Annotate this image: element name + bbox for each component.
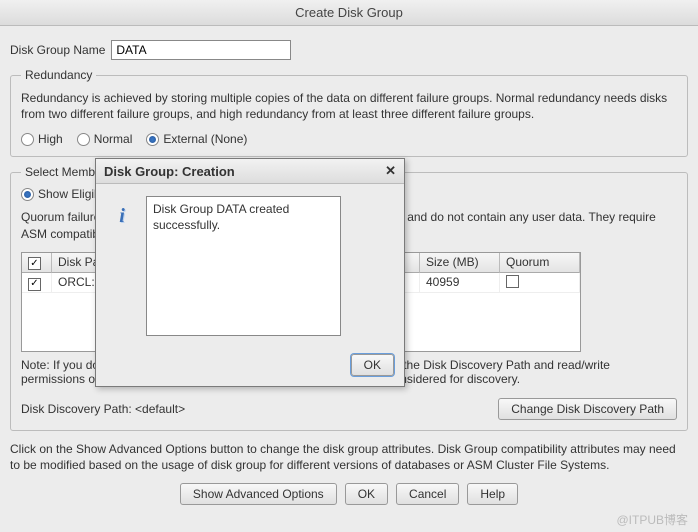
change-discovery-path-button[interactable]: Change Disk Discovery Path [498,398,677,420]
info-icon: i [108,202,136,230]
redundancy-description: Redundancy is achieved by storing multip… [21,90,677,122]
discovery-path-value: <default> [135,402,185,416]
discovery-path-row: Disk Discovery Path: <default> Change Di… [21,398,677,420]
window-title: Create Disk Group [295,5,403,20]
show-advanced-options-button[interactable]: Show Advanced Options [180,483,337,505]
window-titlebar: Create Disk Group [0,0,698,26]
footer-description: Click on the Show Advanced Options butto… [10,441,688,473]
creation-dialog: Disk Group: Creation ✕ i Disk Group DATA… [95,158,405,387]
disk-group-name-input[interactable] [111,40,291,60]
radio-icon [77,133,90,146]
redundancy-high-label: High [38,132,63,146]
checkbox-icon [28,257,41,270]
redundancy-fieldset: Redundancy Redundancy is achieved by sto… [10,68,688,157]
radio-icon [21,133,34,146]
disk-group-name-label: Disk Group Name [10,43,105,57]
checkbox-icon [28,278,41,291]
header-size[interactable]: Size (MB) [420,253,500,274]
dialog-message: Disk Group DATA created successfully. [146,196,341,336]
dialog-footer: OK [96,348,404,386]
cancel-button[interactable]: Cancel [396,483,459,505]
redundancy-external-option[interactable]: External (None) [146,132,247,146]
dialog-titlebar: Disk Group: Creation ✕ [96,159,404,184]
discovery-path-text: Disk Discovery Path: <default> [21,402,185,416]
radio-icon [21,188,34,201]
help-button[interactable]: Help [467,483,518,505]
close-icon[interactable]: ✕ [385,163,396,179]
dialog-title: Disk Group: Creation [104,164,235,179]
redundancy-external-label: External (None) [163,132,247,146]
redundancy-high-option[interactable]: High [21,132,63,146]
checkbox-icon [506,275,519,288]
dialog-ok-button[interactable]: OK [351,354,394,376]
row-checkbox-cell[interactable] [22,273,52,293]
redundancy-legend: Redundancy [21,68,96,82]
redundancy-normal-option[interactable]: Normal [77,132,133,146]
name-row: Disk Group Name [10,40,688,60]
row-quorum-cell[interactable] [500,273,580,293]
row-size-cell: 40959 [420,273,500,293]
redundancy-normal-label: Normal [94,132,133,146]
watermark: @ITPUB博客 [616,511,688,528]
discovery-path-label: Disk Discovery Path: [21,402,132,416]
ok-button[interactable]: OK [345,483,388,505]
redundancy-options: High Normal External (None) [21,132,677,146]
dialog-body: i Disk Group DATA created successfully. [96,184,404,348]
header-select-all[interactable] [22,253,52,274]
header-quorum[interactable]: Quorum [500,253,580,274]
footer-buttons: Show Advanced Options OK Cancel Help [10,483,688,505]
radio-icon [146,133,159,146]
